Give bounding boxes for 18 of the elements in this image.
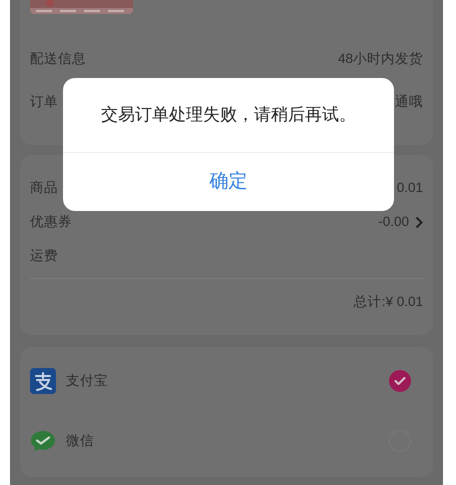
row-value: 0.01	[396, 178, 423, 197]
payment-method-label: 支付宝	[66, 372, 108, 390]
row-label: 优惠券	[30, 212, 72, 231]
row-label: 运费	[30, 246, 58, 265]
chat-bubble-icon	[30, 429, 56, 453]
row-label: 订单	[30, 93, 58, 112]
row-value: -0.00	[378, 212, 409, 231]
total-amount: 总计:¥ 0.01	[354, 293, 423, 312]
row-value: 48小时内发货	[338, 50, 423, 68]
row-label: 商品	[30, 178, 58, 197]
confirm-button[interactable]: 确定	[202, 168, 256, 196]
payment-method-label: 微信	[66, 432, 94, 450]
payment-logo-icon	[30, 368, 56, 394]
radio-checked-icon[interactable]	[389, 370, 411, 392]
row-value: 通哦	[395, 93, 423, 112]
dialog-message: 交易订单处理失败，请稍后再试。	[101, 104, 356, 126]
chevron-right-icon[interactable]	[415, 216, 423, 228]
row-label: 配送信息	[30, 50, 86, 68]
